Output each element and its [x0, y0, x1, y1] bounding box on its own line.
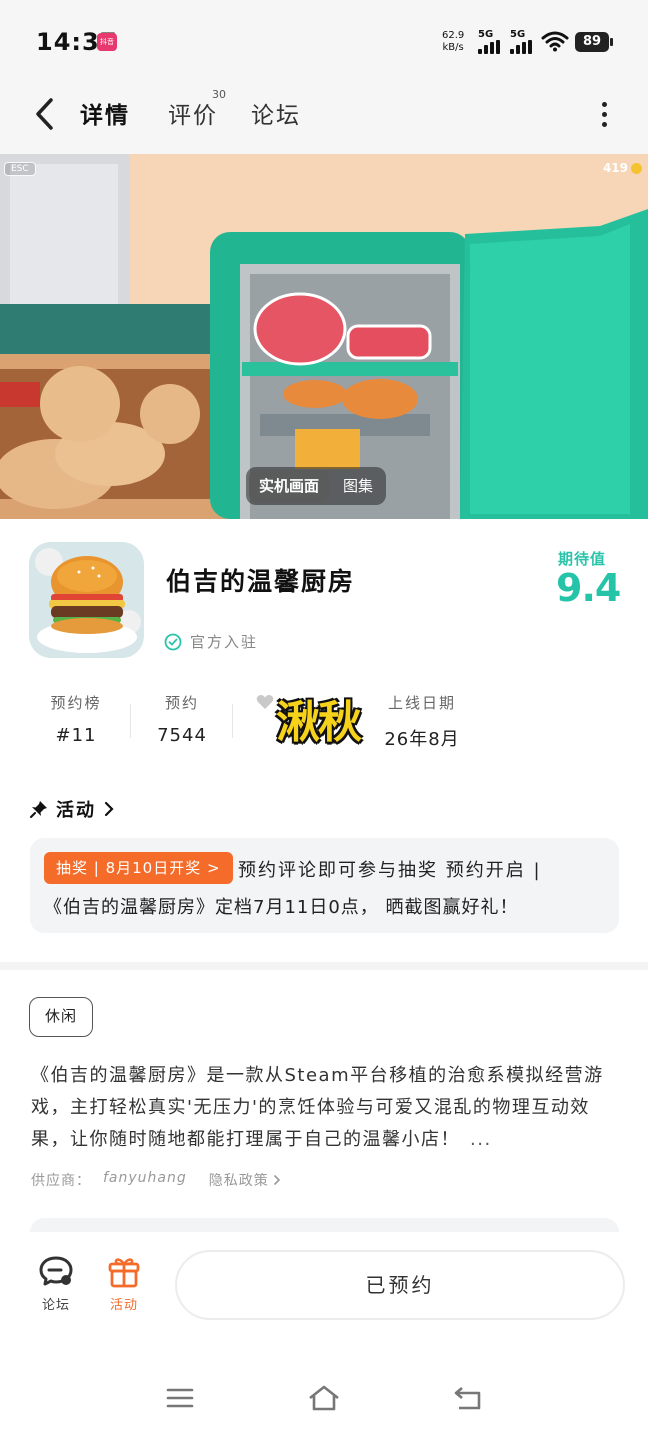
watermark-text: 湫秋 — [276, 697, 362, 748]
chevron-right-icon — [273, 1174, 280, 1186]
top-nav: 详情 评价 30 论坛 — [0, 82, 648, 154]
media-switch: 实机画面 图集 — [246, 467, 387, 505]
chat-bubble-icon — [39, 1256, 73, 1286]
tab-details[interactable]: 详情 — [76, 96, 134, 130]
privacy-policy-link[interactable]: 隐私政策 — [209, 1170, 281, 1190]
stat-release-date: 上线日期 26年8月 — [384, 694, 460, 750]
network-speed: 62.9 kB/s — [442, 30, 465, 53]
battery-icon: 89 — [575, 32, 613, 52]
media-tab-gameplay[interactable]: 实机画面 — [249, 470, 330, 502]
genre-tag[interactable]: 休闲 — [29, 997, 93, 1037]
media-preview[interactable]: ESC 419 实机画面 图集 — [0, 154, 648, 519]
game-description[interactable]: 《伯吉的温馨厨房》是一款从Steam平台移植的治愈系模拟经营游戏，主打轻松真实'… — [31, 1060, 621, 1156]
expand-more[interactable]: ... — [470, 1129, 492, 1150]
activity-card[interactable]: 抽奖 | 8月10日开奖 > 预约评论即可参与抽奖 预约开启 | 《伯吉的温馨厨… — [30, 838, 619, 933]
stat-divider — [232, 704, 233, 738]
activity-button[interactable]: 活动 — [99, 1254, 149, 1313]
signal-2-icon: 5G — [510, 29, 536, 54]
chevron-left-icon — [36, 98, 53, 130]
official-badge: 官方入驻 — [164, 631, 258, 652]
lottery-badge[interactable]: 抽奖 | 8月10日开奖 > — [44, 852, 233, 884]
back-nav-button[interactable] — [448, 1382, 488, 1414]
media-tab-gallery[interactable]: 图集 — [333, 470, 383, 502]
forum-button[interactable]: 论坛 — [31, 1254, 81, 1313]
tab-reviews[interactable]: 评价 30 — [168, 88, 226, 130]
stat-reserve-count: 预约 7544 — [157, 694, 207, 746]
game-icon — [29, 542, 144, 658]
stat-reserve-rank[interactable]: 预约榜 #11 — [46, 692, 106, 746]
wifi-icon — [541, 31, 569, 52]
tab-forum[interactable]: 论坛 — [251, 96, 301, 130]
back-button[interactable] — [22, 92, 66, 136]
menu-lines-icon — [166, 1388, 194, 1408]
gift-icon — [108, 1258, 140, 1288]
coin-icon — [631, 162, 642, 174]
status-bar: 14:37 抖音 62.9 kB/s 5G 5G 89 — [0, 0, 648, 82]
esc-label: ESC — [4, 162, 36, 176]
recents-button[interactable] — [160, 1382, 200, 1414]
reserved-button[interactable]: 已预约 — [175, 1250, 625, 1320]
vendor-info: 供应商： fanyuhang 隐私政策 — [31, 1170, 281, 1190]
home-icon — [309, 1385, 339, 1411]
more-menu-button[interactable] — [588, 94, 620, 134]
system-nav-bar — [0, 1352, 648, 1440]
stat-divider — [130, 704, 131, 738]
coin-counter: 419 — [603, 161, 642, 175]
back-arrow-icon — [454, 1387, 481, 1410]
activity-header[interactable]: 活动 — [30, 796, 114, 822]
activity-text-line1: 预约评论即可参与抽奖 预约开启 | — [238, 860, 542, 881]
chevron-right-icon — [104, 801, 114, 817]
bottom-action-bar: 论坛 活动 已预约 — [0, 1232, 648, 1352]
pin-icon — [30, 801, 47, 818]
home-button[interactable] — [304, 1382, 344, 1414]
verified-check-icon — [164, 633, 182, 650]
heart-icon — [256, 695, 274, 709]
app-screen: 14:37 抖音 62.9 kB/s 5G 5G 89 详情 评价 30 论坛 … — [0, 0, 648, 1440]
expectation-score: 9.4 — [556, 566, 621, 610]
game-title: 伯吉的温馨厨房 — [166, 567, 356, 596]
signal-1-icon: 5G — [478, 29, 504, 54]
notification-app-icon: 抖音 — [97, 33, 117, 51]
section-divider — [0, 962, 648, 970]
review-count: 30 — [212, 88, 226, 101]
vendor-name: fanyuhang — [103, 1170, 187, 1186]
gameplay-screenshot — [0, 154, 648, 519]
activity-text-line2: 《伯吉的温馨厨房》定档7月11日0点， 晒截图赢好礼！ — [44, 897, 519, 918]
